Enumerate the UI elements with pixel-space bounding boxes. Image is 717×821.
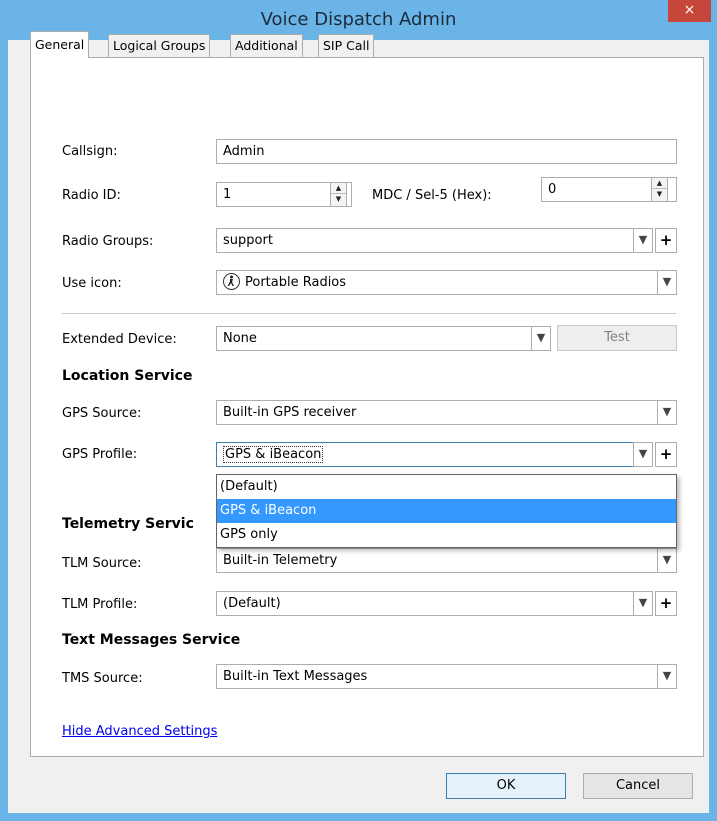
tlm-source-label: TLM Source:	[62, 556, 142, 571]
spin-up-icon[interactable]: ▲	[331, 183, 346, 194]
tab-label: Additional	[235, 38, 298, 53]
chevron-down-icon[interactable]: ▼	[657, 400, 677, 425]
extended-device-label: Extended Device:	[62, 332, 177, 347]
tlm-profile-select[interactable]: (Default)	[216, 591, 636, 616]
portable-radio-icon	[223, 273, 240, 290]
chevron-down-icon[interactable]: ▼	[633, 442, 653, 467]
chevron-down-icon[interactable]: ▼	[633, 228, 653, 253]
list-item[interactable]: (Default)	[217, 475, 676, 499]
list-item[interactable]: GPS only	[217, 523, 676, 547]
gps-source-label: GPS Source:	[62, 406, 142, 421]
close-button[interactable]: ×	[668, 0, 711, 22]
use-icon-select[interactable]: Portable Radios	[216, 270, 677, 295]
chevron-down-icon[interactable]: ▼	[657, 270, 677, 295]
hide-advanced-settings-link[interactable]: Hide Advanced Settings	[62, 724, 217, 739]
ok-button[interactable]: OK	[446, 773, 566, 799]
gps-profile-dropdown-list[interactable]: (Default) GPS & iBeacon GPS only	[216, 474, 677, 548]
text-messages-service-heading: Text Messages Service	[62, 632, 241, 648]
tab-label: General	[35, 37, 85, 52]
gps-profile-select[interactable]: GPS & iBeacon	[216, 442, 636, 467]
tab-sip-call[interactable]: SIP Call	[318, 34, 375, 57]
spin-down-icon[interactable]: ▼	[652, 189, 667, 200]
radio-id-spinner[interactable]: ▲ ▼	[330, 182, 347, 207]
radio-id-label: Radio ID:	[62, 188, 121, 203]
mdc-spinner[interactable]: ▲ ▼	[651, 177, 668, 202]
section-divider	[62, 313, 676, 314]
chevron-down-icon[interactable]: ▼	[531, 326, 551, 351]
add-tlm-profile-button[interactable]: +	[655, 591, 677, 616]
tlm-source-select[interactable]: Built-in Telemetry	[216, 548, 677, 573]
tms-source-label: TMS Source:	[62, 671, 143, 686]
spin-down-icon[interactable]: ▼	[331, 194, 346, 205]
tlm-profile-label: TLM Profile:	[62, 597, 138, 612]
chevron-down-icon[interactable]: ▼	[633, 591, 653, 616]
extended-device-select[interactable]: None	[216, 326, 551, 351]
gps-profile-value: GPS & iBeacon	[223, 446, 324, 463]
tab-label: Logical Groups	[113, 38, 206, 53]
chevron-down-icon[interactable]: ▼	[657, 548, 677, 573]
gps-profile-label: GPS Profile:	[62, 447, 138, 462]
location-service-heading: Location Service	[62, 368, 193, 384]
gps-source-select[interactable]: Built-in GPS receiver	[216, 400, 677, 425]
tab-general[interactable]: General	[30, 31, 90, 58]
add-radio-group-button[interactable]: +	[655, 228, 677, 253]
use-icon-label: Use icon:	[62, 276, 122, 291]
mdc-label: MDC / Sel-5 (Hex):	[372, 188, 492, 203]
radio-groups-label: Radio Groups:	[62, 234, 154, 249]
tms-source-select[interactable]: Built-in Text Messages	[216, 664, 677, 689]
callsign-label: Callsign:	[62, 144, 118, 159]
radio-groups-select[interactable]: support	[216, 228, 636, 253]
tab-additional[interactable]: Additional	[230, 34, 303, 57]
telemetry-service-heading: Telemetry Servic	[62, 516, 194, 532]
use-icon-value: Portable Radios	[245, 275, 347, 290]
chevron-down-icon[interactable]: ▼	[657, 664, 677, 689]
spin-up-icon[interactable]: ▲	[652, 178, 667, 189]
close-icon: ×	[683, 2, 696, 18]
tab-label: SIP Call	[323, 38, 370, 53]
callsign-input[interactable]: Admin	[216, 139, 677, 164]
test-button[interactable]: Test	[557, 325, 677, 351]
list-item[interactable]: GPS & iBeacon	[217, 499, 676, 523]
cancel-button[interactable]: Cancel	[583, 773, 693, 799]
add-gps-profile-button[interactable]: +	[655, 442, 677, 467]
tab-logical-groups[interactable]: Logical Groups	[108, 34, 211, 57]
